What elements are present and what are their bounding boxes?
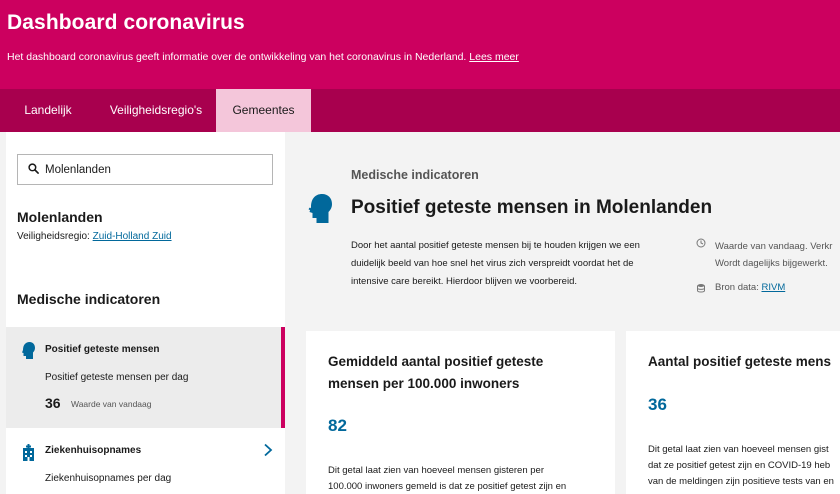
sidebar-item-ziekenhuisopnames[interactable]: Ziekenhuisopnames Ziekenhuisopnames per … [6, 430, 285, 494]
sidebar-heading: Medische indicatoren [17, 291, 161, 307]
value-info-line2: Wordt dagelijks bijgewerkt. [715, 258, 828, 269]
hospital-icon [23, 444, 34, 461]
section-description: Door het aantal positief geteste mensen … [351, 240, 640, 287]
sidebar-item-title: Ziekenhuisopnames [45, 445, 142, 456]
safety-region: Veiligheidsregio: Zuid-Holland Zuid [17, 231, 172, 242]
tab-veiligheidsregios[interactable]: Veiligheidsregio's [96, 89, 216, 132]
data-source: Bron data: RIVM [715, 282, 785, 293]
person-head-icon [22, 342, 35, 359]
sidebar-item-subtitle: Positief geteste mensen per dag [45, 372, 189, 383]
intro-text: Het dashboard coronavirus geeft informat… [7, 51, 467, 63]
search-icon [28, 163, 39, 174]
search-input[interactable] [45, 160, 265, 179]
kpi-card-text: Dit getal laat zien van hoeveel mensen g… [648, 442, 834, 490]
safety-region-label: Veiligheidsregio: [17, 231, 90, 242]
municipality-name: Molenlanden [17, 209, 103, 225]
tab-bar: Landelijk Veiligheidsregio's Gemeentes [0, 89, 840, 132]
kpi-card-title-line: Gemiddeld aantal positief geteste [328, 354, 544, 369]
sidebar-item-positief-geteste[interactable]: Positief geteste mensen Positief geteste… [6, 327, 285, 428]
section-title: Positief geteste mensen in Molenlanden [351, 197, 713, 218]
person-head-icon [308, 194, 332, 223]
kpi-card-text-line: van de meldingen zijn positieve tests va… [648, 476, 834, 487]
kpi-card-title: Aantal positief geteste mens [648, 351, 831, 373]
kpi-card-title: Gemiddeld aantal positief geteste mensen… [328, 351, 543, 395]
kpi-card-text-line: 100.000 inwoners gemeld is dat ze positi… [328, 481, 567, 492]
data-source-label: Bron data: [715, 282, 759, 293]
kpi-card-per-100k: Gemiddeld aantal positief geteste mensen… [306, 331, 615, 494]
chevron-right-icon[interactable] [263, 443, 273, 457]
kpi-card-text-line: dat ze positief getest zijn en COVID-19 … [648, 460, 831, 471]
kpi-card-text: Dit getal laat zien van hoeveel mensen g… [328, 463, 566, 494]
database-icon [697, 284, 705, 293]
tab-gemeentes[interactable]: Gemeentes [216, 89, 311, 132]
read-more-link[interactable]: Lees meer [469, 51, 519, 63]
header-intro: Het dashboard coronavirus geeft informat… [7, 51, 519, 63]
data-source-link[interactable]: RIVM [761, 282, 785, 293]
page-header: Dashboard coronavirus Het dashboard coro… [0, 0, 840, 89]
value-info-line1: Waarde van vandaag. Verkr [715, 241, 833, 252]
sidebar-item-value-label: Waarde van vandaag [71, 399, 152, 409]
kpi-card-total: Aantal positief geteste mens 36 Dit geta… [626, 331, 840, 494]
sidebar: Molenlanden Veiligheidsregio: Zuid-Holla… [6, 132, 285, 494]
value-info: Waarde van vandaag. Verkr Wordt dagelijk… [715, 238, 832, 272]
search-box[interactable] [17, 154, 273, 185]
kpi-card-text-line: Dit getal laat zien van hoeveel mensen g… [328, 465, 544, 476]
kpi-card-title-line: Aantal positief geteste mens [648, 354, 832, 369]
safety-region-link[interactable]: Zuid-Holland Zuid [93, 231, 172, 242]
kpi-card-value: 82 [328, 416, 347, 435]
sidebar-item-subtitle: Ziekenhuisopnames per dag [45, 473, 172, 484]
kpi-card-text-line: Dit getal laat zien van hoeveel mensen g… [648, 444, 829, 455]
kpi-card-value: 36 [648, 395, 667, 414]
section-kicker: Medische indicatoren [351, 168, 479, 182]
tab-landelijk[interactable]: Landelijk [0, 89, 96, 132]
sidebar-item-value: 36 [45, 395, 61, 411]
sidebar-item-title: Positief geteste mensen [45, 344, 160, 355]
clock-icon [696, 238, 706, 248]
kpi-card-title-line: mensen per 100.000 inwoners [328, 376, 520, 391]
page-title: Dashboard coronavirus [7, 11, 245, 34]
